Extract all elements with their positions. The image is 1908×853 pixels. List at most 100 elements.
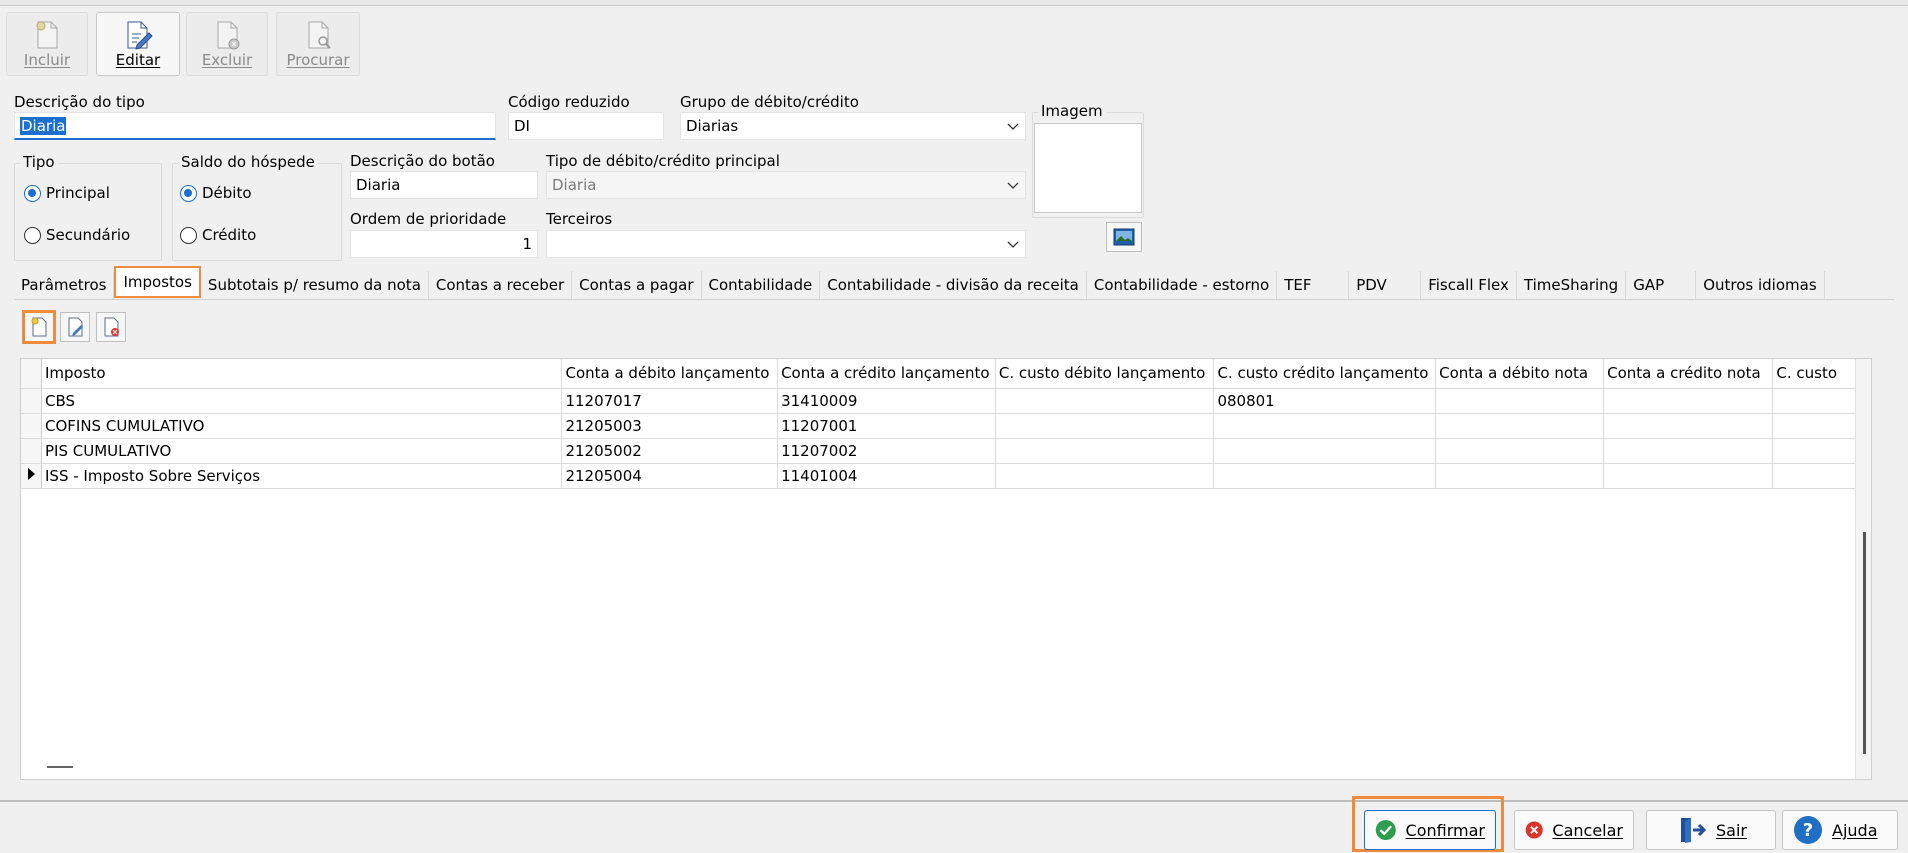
column-header[interactable]: Imposto xyxy=(41,359,563,389)
table-cell[interactable]: 11207001 xyxy=(777,413,996,439)
saldo-credito-radio[interactable]: Crédito xyxy=(180,226,256,244)
editar-label: Editar xyxy=(115,51,161,69)
tab-contabilidade-estorno[interactable]: Contabilidade - estorno xyxy=(1086,271,1278,299)
desc-botao-input[interactable]: Diaria xyxy=(350,171,538,199)
ajuda-label: Ajuda xyxy=(1832,820,1878,840)
table-cell[interactable]: ISS - Imposto Sobre Serviços xyxy=(41,463,563,489)
terceiros-select[interactable] xyxy=(546,230,1026,258)
table-cell[interactable] xyxy=(995,388,1215,414)
saldo-debito-radio[interactable]: Débito xyxy=(180,184,252,202)
table-row[interactable]: ISS - Imposto Sobre Serviços 21205004 11… xyxy=(21,463,1871,489)
table-cell[interactable]: 21205004 xyxy=(561,463,779,489)
help-icon: ? xyxy=(1794,816,1822,844)
taxes-grid[interactable]: Imposto Conta a débito lançamento Conta … xyxy=(20,358,1872,780)
ajuda-button[interactable]: ? Ajuda xyxy=(1782,810,1898,850)
grupo-select[interactable]: Diarias xyxy=(680,112,1026,140)
row-indicator-header xyxy=(21,359,42,389)
sair-label: Sair xyxy=(1716,820,1747,840)
table-row[interactable]: COFINS CUMULATIVO 21205003 11207001 xyxy=(21,413,1871,439)
table-cell[interactable]: 11207017 xyxy=(561,388,779,414)
tab-fiscall-flex[interactable]: Fiscall Flex xyxy=(1421,271,1517,299)
table-cell[interactable]: 080801 xyxy=(1213,388,1437,414)
tipo-secundario-radio[interactable]: Secundário xyxy=(24,226,130,244)
tab-timesharing[interactable]: TimeSharing xyxy=(1516,271,1627,299)
table-cell[interactable]: 31410009 xyxy=(777,388,996,414)
tab-outros-idiomas[interactable]: Outros idiomas xyxy=(1696,271,1825,299)
descricao-tipo-value: Diaria xyxy=(20,116,67,135)
tab-contas-receber[interactable]: Contas a receber xyxy=(428,271,573,299)
sair-button[interactable]: Sair xyxy=(1646,810,1776,850)
desc-botao-label: Descrição do botão xyxy=(350,152,495,170)
tipo-principal-radio[interactable]: Principal xyxy=(24,184,110,202)
incluir-button[interactable]: Incluir xyxy=(6,12,88,76)
tab-contas-pagar[interactable]: Contas a pagar xyxy=(572,271,702,299)
descricao-tipo-input[interactable]: Diaria xyxy=(14,112,496,140)
table-cell[interactable] xyxy=(1603,463,1774,489)
table-cell[interactable]: 21205002 xyxy=(561,438,779,464)
codigo-reduzido-label: Código reduzido xyxy=(508,93,630,111)
radio-unchecked-icon xyxy=(180,226,197,244)
image-preview[interactable] xyxy=(1034,123,1142,213)
edit-document-icon xyxy=(127,21,153,50)
table-row[interactable]: PIS CUMULATIVO 21205002 11207002 xyxy=(21,438,1871,464)
table-cell[interactable] xyxy=(995,463,1215,489)
add-tax-button[interactable] xyxy=(22,310,56,344)
table-row[interactable]: CBS 11207017 31410009 080801 xyxy=(21,388,1871,414)
table-cell[interactable]: 11401004 xyxy=(777,463,996,489)
saldo-credito-label: Crédito xyxy=(202,226,257,244)
table-cell[interactable] xyxy=(1603,438,1774,464)
table-cell[interactable]: 21205003 xyxy=(561,413,779,439)
codigo-reduzido-value: DI xyxy=(514,117,530,135)
column-header[interactable]: Conta a crédito nota xyxy=(1603,359,1774,389)
row-indicator xyxy=(21,388,42,414)
tab-impostos[interactable]: Impostos xyxy=(114,266,201,298)
table-cell[interactable] xyxy=(1435,463,1605,489)
delete-tax-button[interactable] xyxy=(96,312,126,342)
table-cell[interactable] xyxy=(995,413,1215,439)
table-cell[interactable] xyxy=(1603,413,1774,439)
codigo-reduzido-input[interactable]: DI xyxy=(508,112,664,140)
table-cell[interactable]: 11207002 xyxy=(777,438,996,464)
table-cell[interactable] xyxy=(1603,388,1774,414)
tab-pdv[interactable]: PDV xyxy=(1349,271,1422,299)
vertical-scrollbar[interactable] xyxy=(1855,359,1871,779)
tipo-principal-dc-select[interactable]: Diaria xyxy=(546,171,1026,199)
tab-contabilidade-divisao[interactable]: Contabilidade - divisão da receita xyxy=(820,271,1087,299)
load-image-button[interactable] xyxy=(1106,222,1142,252)
table-cell[interactable] xyxy=(1213,413,1437,439)
table-cell[interactable] xyxy=(995,438,1215,464)
table-cell[interactable] xyxy=(1435,413,1605,439)
column-header[interactable]: Conta a débito lançamento xyxy=(561,359,779,389)
table-cell[interactable]: COFINS CUMULATIVO xyxy=(41,413,563,439)
chevron-down-icon xyxy=(1007,241,1019,248)
table-cell[interactable] xyxy=(1435,438,1605,464)
column-header[interactable]: Conta a débito nota xyxy=(1435,359,1605,389)
column-header[interactable]: C. custo débito lançamento xyxy=(995,359,1215,389)
excluir-button[interactable]: Excluir xyxy=(186,12,268,76)
table-cell[interactable] xyxy=(1213,438,1437,464)
procurar-button[interactable]: Procurar xyxy=(276,12,360,76)
horizontal-scroll-thumb[interactable] xyxy=(47,766,73,768)
tab-parametros[interactable]: Parâmetros xyxy=(14,271,115,299)
tab-tef[interactable]: TEF xyxy=(1277,271,1350,299)
edit-tax-button[interactable] xyxy=(60,312,90,342)
vertical-scroll-thumb[interactable] xyxy=(1863,532,1866,754)
tipo-group xyxy=(14,163,162,261)
current-row-arrow-icon xyxy=(28,467,35,480)
descricao-tipo-label: Descrição do tipo xyxy=(14,93,145,111)
tab-gap[interactable]: GAP xyxy=(1626,271,1697,299)
table-cell[interactable] xyxy=(1435,388,1605,414)
exit-door-icon xyxy=(1681,818,1707,843)
table-cell[interactable]: PIS CUMULATIVO xyxy=(41,438,563,464)
ordem-input[interactable]: 1 xyxy=(350,230,538,258)
cancelar-button[interactable]: Cancelar xyxy=(1514,810,1634,850)
editar-button[interactable]: Editar xyxy=(96,12,180,76)
column-header[interactable]: Conta a crédito lançamento xyxy=(777,359,996,389)
tab-subtotais[interactable]: Subtotais p/ resumo da nota xyxy=(200,271,429,299)
tab-contabilidade[interactable]: Contabilidade xyxy=(701,271,821,299)
table-cell[interactable] xyxy=(1213,463,1437,489)
confirmar-button[interactable]: Confirmar xyxy=(1364,810,1496,850)
window-top-strip xyxy=(0,0,1908,6)
table-cell[interactable]: CBS xyxy=(41,388,563,414)
column-header[interactable]: C. custo crédito lançamento xyxy=(1213,359,1437,389)
